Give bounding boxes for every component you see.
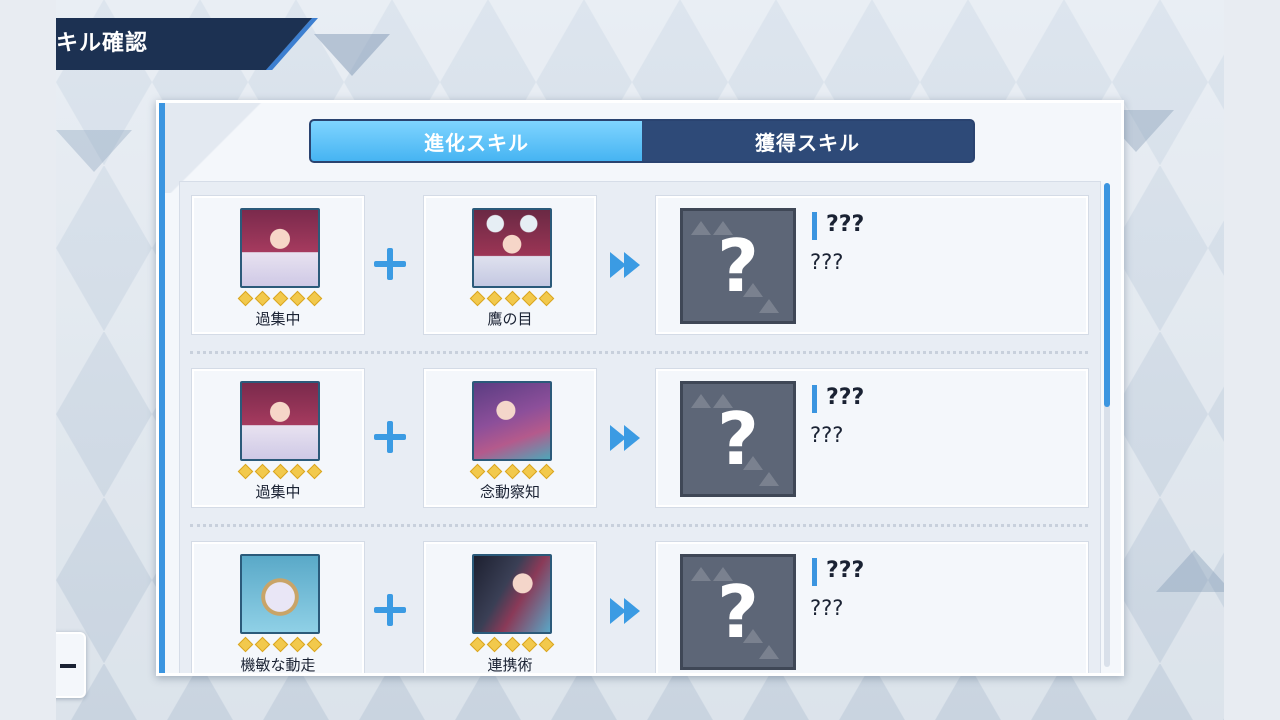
- star-icon: [504, 463, 520, 480]
- star-icon: [306, 290, 323, 307]
- star-icon: [486, 463, 503, 480]
- game-screen: キル確認 進化スキル 獲得スキル 過集中 鷹の目 ? ??? ??? 過集中 念…: [56, 0, 1224, 720]
- panel-corner-decoration: [159, 103, 279, 193]
- star-icon: [272, 463, 288, 480]
- rarity-stars: [469, 636, 555, 653]
- source-skill-card[interactable]: 機敏な動走: [192, 542, 364, 674]
- girl-eyes-portrait-icon: [472, 208, 552, 288]
- back-button[interactable]: [56, 632, 86, 698]
- result-skill-title: ???: [826, 212, 865, 237]
- star-icon: [521, 290, 538, 307]
- rarity-stars: [237, 463, 323, 480]
- star-icon: [254, 636, 271, 653]
- skill-name: 機敏な動走: [240, 656, 316, 674]
- star-icon: [289, 290, 306, 307]
- page-title: キル確認: [56, 31, 149, 56]
- tab-acquired-skills[interactable]: 獲得スキル: [642, 121, 973, 161]
- plus-icon: [372, 592, 408, 628]
- star-icon: [289, 463, 306, 480]
- source-skill-card[interactable]: 鷹の目: [424, 196, 596, 334]
- star-icon: [469, 463, 486, 480]
- skill-name: 連携術: [487, 656, 533, 674]
- panel-edge-accent: [159, 103, 165, 673]
- left-letterbox: [0, 0, 56, 720]
- row-divider: [190, 524, 1088, 527]
- girl-purple-portrait-icon: [472, 381, 552, 461]
- star-icon: [469, 290, 486, 307]
- result-skill-title: ???: [826, 558, 865, 583]
- result-skill-card[interactable]: ? ??? ???: [656, 542, 1088, 673]
- plus-icon: [372, 419, 408, 455]
- skill-combination-row: 機敏な動走 連携術 ? ??? ???: [180, 542, 1100, 674]
- star-icon: [306, 636, 323, 653]
- source-skill-card[interactable]: 過集中: [192, 196, 364, 334]
- double-arrow-icon: [608, 252, 642, 278]
- question-mark-icon: ?: [680, 554, 796, 670]
- skill-name: 念動察知: [479, 483, 540, 501]
- tab-evolution-skills[interactable]: 進化スキル: [311, 121, 642, 161]
- star-icon: [237, 636, 254, 653]
- star-icon: [254, 290, 271, 307]
- row-divider: [190, 351, 1088, 354]
- star-icon: [237, 463, 254, 480]
- source-skill-card[interactable]: 過集中: [192, 369, 364, 507]
- star-icon: [289, 636, 306, 653]
- title-accent-bar: [812, 558, 817, 586]
- rarity-stars: [237, 290, 323, 307]
- star-icon: [521, 463, 538, 480]
- result-skill-description: ???: [810, 423, 844, 447]
- question-mark-icon: ?: [680, 208, 796, 324]
- skill-combination-list[interactable]: 過集中 鷹の目 ? ??? ??? 過集中 念動察知 ? ??? ??? 機敏な…: [179, 181, 1101, 674]
- star-icon: [486, 290, 503, 307]
- result-skill-card[interactable]: ? ??? ???: [656, 369, 1088, 507]
- right-letterbox: [1224, 0, 1280, 720]
- star-icon: [538, 636, 555, 653]
- source-skill-card[interactable]: 連携術: [424, 542, 596, 674]
- star-icon: [504, 636, 520, 653]
- star-icon: [254, 463, 271, 480]
- scrollbar-thumb[interactable]: [1104, 183, 1110, 407]
- star-icon: [272, 290, 288, 307]
- result-skill-description: ???: [810, 596, 844, 620]
- skill-name: 過集中: [255, 310, 301, 328]
- pocket-watch-icon: [240, 554, 320, 634]
- skill-combination-row: 過集中 鷹の目 ? ??? ???: [180, 196, 1100, 336]
- star-icon: [538, 463, 555, 480]
- question-mark-icon: ?: [680, 381, 796, 497]
- rarity-stars: [237, 636, 323, 653]
- background-triangle: [56, 130, 132, 172]
- star-icon: [504, 290, 520, 307]
- source-skill-card[interactable]: 念動察知: [424, 369, 596, 507]
- star-icon: [521, 636, 538, 653]
- girl-portrait-icon: [240, 381, 320, 461]
- girl-dark-portrait-icon: [472, 554, 552, 634]
- star-icon: [538, 290, 555, 307]
- result-skill-title: ???: [826, 385, 865, 410]
- star-icon: [486, 636, 503, 653]
- star-icon: [469, 636, 486, 653]
- girl-portrait-icon: [240, 208, 320, 288]
- star-icon: [237, 290, 254, 307]
- background-triangle: [1156, 550, 1224, 592]
- background-triangle: [314, 34, 390, 76]
- star-icon: [306, 463, 323, 480]
- skill-combination-row: 過集中 念動察知 ? ??? ???: [180, 369, 1100, 509]
- skill-panel: 進化スキル 獲得スキル 過集中 鷹の目 ? ??? ??? 過集中 念動察知 ?…: [156, 100, 1124, 676]
- double-arrow-icon: [608, 598, 642, 624]
- double-arrow-icon: [608, 425, 642, 451]
- skill-name: 過集中: [255, 483, 301, 501]
- skill-name: 鷹の目: [487, 310, 533, 328]
- result-skill-description: ???: [810, 250, 844, 274]
- result-skill-card[interactable]: ? ??? ???: [656, 196, 1088, 334]
- plus-icon: [372, 246, 408, 282]
- title-accent-bar: [812, 212, 817, 240]
- skill-tabs: 進化スキル 獲得スキル: [309, 119, 975, 163]
- rarity-stars: [469, 290, 555, 307]
- star-icon: [272, 636, 288, 653]
- minus-icon: [60, 664, 76, 668]
- rarity-stars: [469, 463, 555, 480]
- title-accent-bar: [812, 385, 817, 413]
